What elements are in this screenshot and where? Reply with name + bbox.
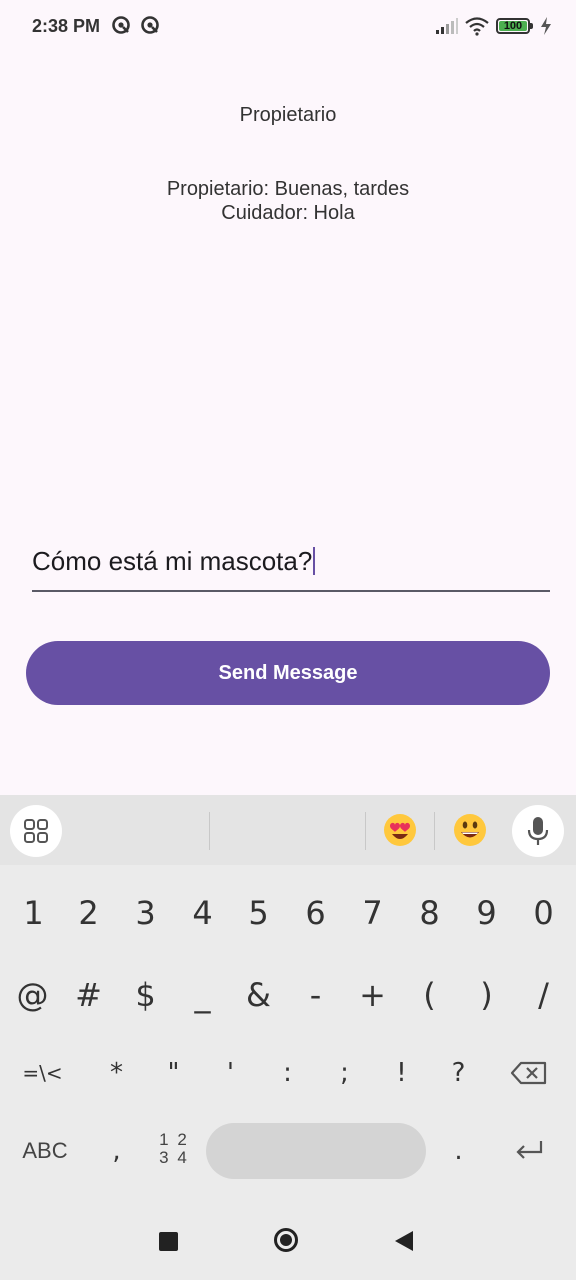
key[interactable]: ? [430, 1043, 487, 1103]
recents-icon[interactable] [159, 1232, 178, 1251]
key[interactable]: 6 [287, 883, 344, 943]
battery-icon: 100 [496, 18, 533, 34]
charging-icon [541, 17, 551, 35]
key[interactable]: 4 [174, 883, 231, 943]
chat-message: Cuidador: Hola [221, 202, 355, 224]
status-right: 100 [436, 14, 552, 38]
abc-key[interactable]: ABC [12, 1121, 78, 1181]
backspace-icon[interactable] [510, 1061, 548, 1085]
keyboard-row-numbers: 1 2 3 4 5 6 7 8 9 0 [0, 883, 576, 943]
divider [434, 812, 435, 850]
message-input[interactable]: Cómo está mi mascota? [32, 546, 316, 577]
key[interactable]: & [230, 965, 287, 1025]
enter-icon[interactable] [514, 1139, 544, 1161]
key[interactable]: ; [316, 1043, 373, 1103]
numpad-toggle-bottom: 3 4 [159, 1148, 189, 1167]
key[interactable]: $ [117, 965, 174, 1025]
key[interactable]: # [60, 965, 117, 1025]
keyboard-row-punctuation: =\< * " ' : ; ! ? [0, 1043, 576, 1103]
key[interactable]: ( [401, 965, 458, 1025]
numpad-toggle-key[interactable]: 1 2 3 4 [150, 1131, 198, 1167]
status-bar: 2:38 PM 100 [0, 0, 576, 56]
message-input-value: Cómo está mi mascota? [32, 546, 313, 576]
key[interactable]: / [515, 965, 572, 1025]
divider [209, 812, 210, 850]
apps-grid-icon[interactable] [10, 805, 62, 857]
divider [365, 812, 366, 850]
battery-percent: 100 [503, 20, 523, 32]
keyboard-row-bottom: ABC , 1 2 3 4 . [0, 1121, 576, 1181]
back-icon[interactable] [395, 1231, 413, 1251]
signal-icon [436, 18, 458, 34]
comma-key[interactable]: , [88, 1121, 145, 1181]
numpad-toggle-top: 1 2 [159, 1130, 189, 1149]
key[interactable]: ! [373, 1043, 430, 1103]
key[interactable]: 7 [344, 883, 401, 943]
mic-icon[interactable] [512, 805, 564, 857]
key[interactable]: ' [202, 1043, 259, 1103]
space-key[interactable] [206, 1123, 426, 1179]
smiley-emoji-icon[interactable] [453, 813, 487, 847]
key[interactable]: + [344, 965, 401, 1025]
key[interactable]: 0 [515, 883, 572, 943]
key[interactable]: 1 [5, 883, 62, 943]
key[interactable]: 2 [60, 883, 117, 943]
keyboard-row-symbols: @ # $ _ & - + ( ) / [0, 965, 576, 1025]
keyboard-toolbar [0, 795, 576, 865]
notification-icon [141, 16, 159, 34]
key[interactable]: 5 [230, 883, 287, 943]
key[interactable]: @ [4, 965, 61, 1025]
key[interactable]: 3 [117, 883, 174, 943]
navigation-bar [0, 1205, 576, 1280]
key[interactable]: : [259, 1043, 316, 1103]
chat-message: Propietario: Buenas, tardes [166, 178, 410, 200]
key[interactable]: - [287, 965, 344, 1025]
wifi-icon [465, 17, 489, 36]
key[interactable]: _ [174, 965, 231, 1025]
role-title: Propietario [239, 104, 337, 126]
key[interactable]: 9 [458, 883, 515, 943]
key[interactable]: ) [458, 965, 515, 1025]
key[interactable]: =\< [14, 1043, 71, 1103]
chat-log: Propietario: Buenas, tardes Cuidador: Ho… [0, 177, 576, 225]
send-message-button[interactable]: Send Message [26, 641, 550, 705]
heart-eyes-emoji-icon[interactable] [383, 813, 417, 847]
text-cursor [313, 547, 316, 575]
notification-icon [112, 16, 130, 34]
message-input-field[interactable]: Cómo está mi mascota? [32, 540, 550, 592]
key[interactable]: * [88, 1043, 145, 1103]
status-time: 2:38 PM [32, 16, 101, 36]
home-icon[interactable] [274, 1228, 298, 1252]
key[interactable]: " [145, 1043, 202, 1103]
period-key[interactable]: . [430, 1121, 487, 1181]
key[interactable]: 8 [401, 883, 458, 943]
